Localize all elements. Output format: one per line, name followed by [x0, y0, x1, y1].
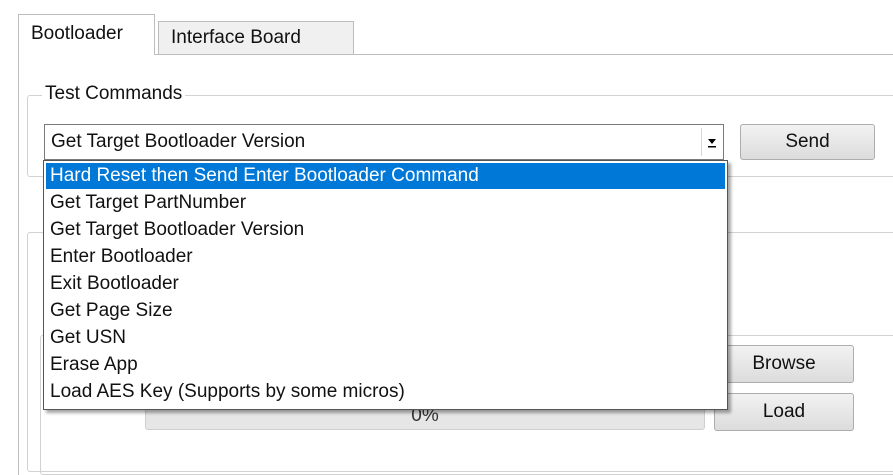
- dropdown-item[interactable]: Get Page Size: [46, 298, 725, 324]
- tab-bootloader[interactable]: Bootloader: [18, 14, 155, 55]
- dropdown-item[interactable]: Enter Bootloader: [46, 244, 725, 270]
- send-button[interactable]: Send: [740, 124, 875, 160]
- dropdown-item[interactable]: Erase App: [46, 352, 725, 378]
- command-combo-value: Get Target Bootloader Version: [51, 131, 306, 152]
- load-button[interactable]: Load: [714, 393, 854, 431]
- dropdown-item[interactable]: Exit Bootloader: [46, 271, 725, 297]
- command-combo[interactable]: Get Target Bootloader Version: [44, 124, 724, 160]
- browse-button[interactable]: Browse: [714, 345, 854, 383]
- command-dropdown-list[interactable]: Hard Reset then Send Enter Bootloader Co…: [43, 160, 728, 410]
- dropdown-item[interactable]: Load AES Key (Supports by some micros): [46, 379, 725, 405]
- dropdown-item[interactable]: Get Target Bootloader Version: [46, 217, 725, 243]
- dropdown-item[interactable]: Get Target PartNumber: [46, 190, 725, 216]
- tab-interface-board[interactable]: Interface Board: [158, 21, 354, 54]
- dropdown-arrow-icon[interactable]: [701, 128, 721, 156]
- dropdown-item[interactable]: Get USN: [46, 325, 725, 351]
- dropdown-item[interactable]: Hard Reset then Send Enter Bootloader Co…: [46, 163, 725, 189]
- test-commands-title: Test Commands: [42, 83, 186, 105]
